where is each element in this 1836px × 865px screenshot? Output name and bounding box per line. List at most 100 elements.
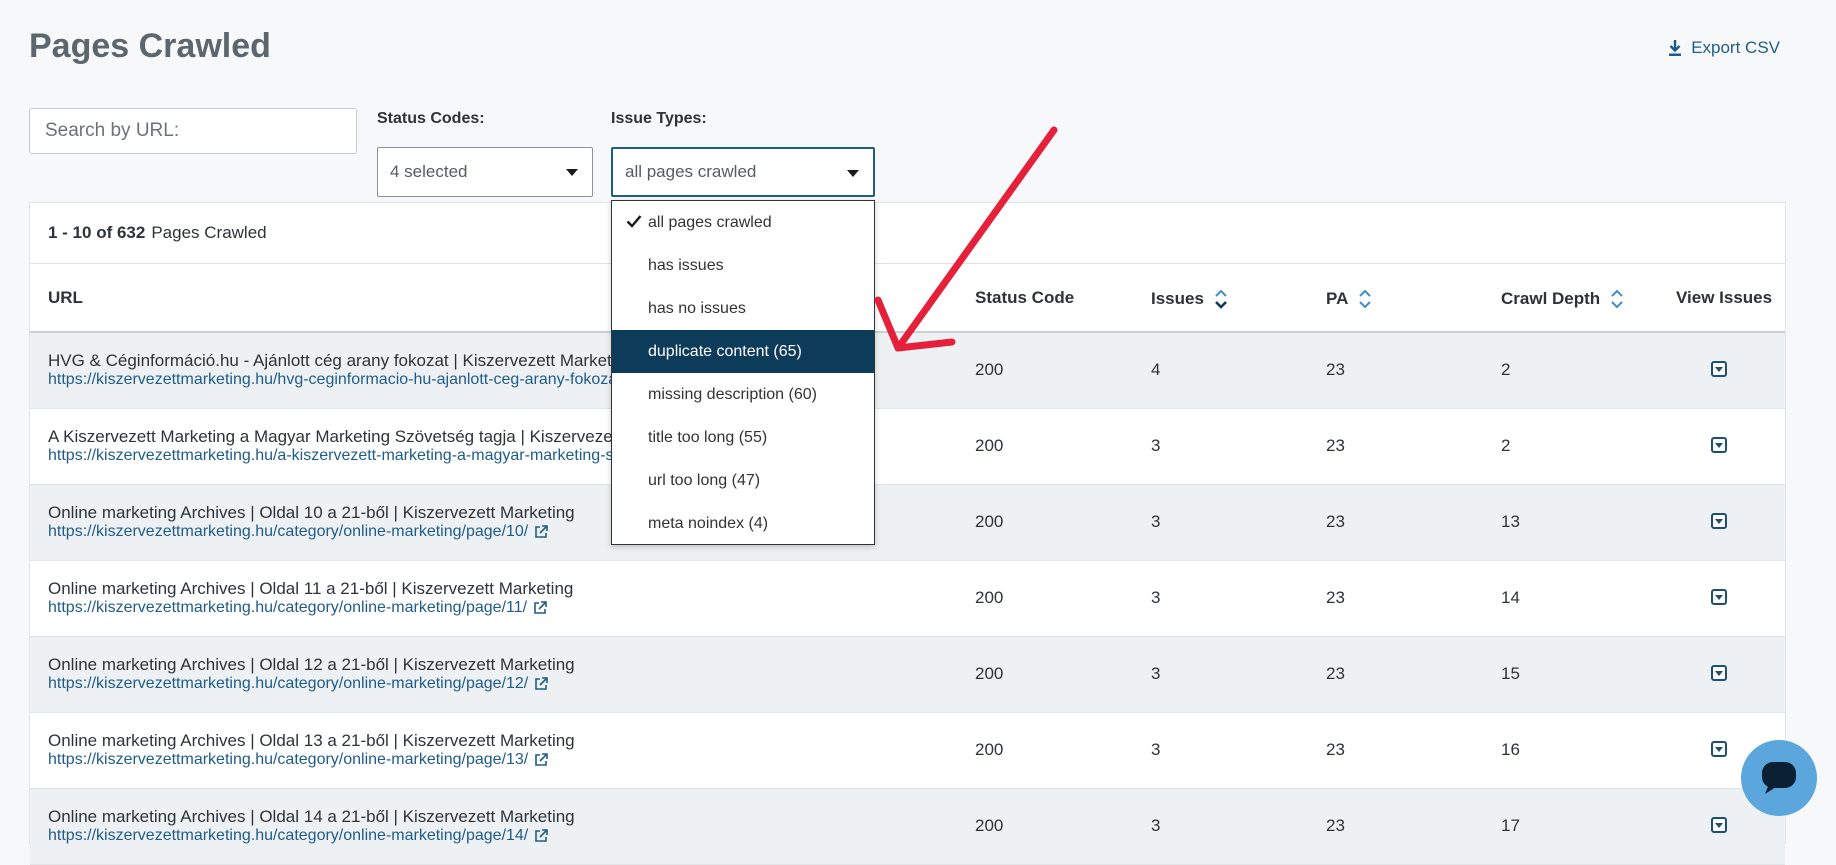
column-crawl-depth[interactable]: Crawl Depth (1501, 288, 1624, 310)
pa-cell: 23 (1326, 664, 1345, 683)
view-issues-button[interactable] (1711, 741, 1727, 757)
table-row: Online marketing Archives | Oldal 12 a 2… (30, 637, 1785, 713)
crawl-depth-cell: 15 (1501, 664, 1520, 683)
sort-icon[interactable] (1214, 288, 1228, 310)
view-issues-button[interactable] (1711, 361, 1727, 377)
external-link-icon (535, 525, 549, 538)
pa-cell: 23 (1326, 512, 1345, 531)
pages-crawled-table: 1 - 10 of 632 Pages Crawled URL Status C… (29, 202, 1786, 865)
status-code-cell: 200 (975, 740, 1004, 759)
table-row: A Kiszervezett Marketing a Magyar Market… (30, 409, 1785, 485)
chevron-down-icon (1715, 822, 1723, 828)
external-link-icon (535, 753, 549, 766)
page-title-cell: Online marketing Archives | Oldal 10 a 2… (48, 503, 575, 522)
option-has-issues[interactable]: has issues (612, 244, 874, 287)
pa-cell: 23 (1326, 816, 1345, 835)
pa-cell: 23 (1326, 740, 1345, 759)
table-row: Online marketing Archives | Oldal 11 a 2… (30, 561, 1785, 637)
chevron-down-icon (1715, 594, 1723, 600)
option-missing-description[interactable]: missing description (60) (612, 373, 874, 416)
chevron-down-icon (566, 169, 578, 176)
issue-types-value: all pages crawled (625, 162, 757, 181)
page-url-link[interactable]: https://kiszervezettmarketing.hu/categor… (48, 827, 549, 845)
option-meta-noindex[interactable]: meta noindex (4) (612, 502, 874, 545)
status-code-cell: 200 (975, 512, 1004, 531)
option-duplicate-content[interactable]: duplicate content (65) (612, 330, 874, 373)
page-title-cell: Online marketing Archives | Oldal 12 a 2… (48, 655, 575, 674)
checkmark-icon (626, 215, 642, 228)
page-title-cell: Online marketing Archives | Oldal 13 a 2… (48, 731, 575, 750)
status-code-cell: 200 (975, 664, 1004, 683)
page-title-cell: Online marketing Archives | Oldal 14 a 2… (48, 807, 575, 826)
issues-cell: 3 (1151, 664, 1161, 683)
table-row: Online marketing Archives | Oldal 14 a 2… (30, 789, 1785, 865)
crawl-depth-cell: 13 (1501, 512, 1520, 531)
pa-cell: 23 (1326, 436, 1345, 455)
page-title-cell: Online marketing Archives | Oldal 11 a 2… (48, 579, 574, 598)
crawl-depth-cell: 17 (1501, 816, 1520, 835)
export-csv-label: Export CSV (1691, 38, 1780, 57)
status-codes-label: Status Codes: (377, 110, 485, 127)
option-title-too-long[interactable]: title too long (55) (612, 416, 874, 459)
status-code-cell: 200 (975, 360, 1004, 379)
pa-cell: 23 (1326, 588, 1345, 607)
issue-types-select[interactable]: all pages crawled (611, 147, 875, 197)
column-view-issues: View Issues (1676, 288, 1773, 307)
issue-types-label: Issue Types: (611, 110, 707, 127)
crawl-depth-cell: 2 (1501, 360, 1511, 379)
issues-cell: 3 (1151, 816, 1161, 835)
table-row: Online marketing Archives | Oldal 10 a 2… (30, 485, 1785, 561)
status-code-cell: 200 (975, 816, 1004, 835)
issues-cell: 3 (1151, 588, 1161, 607)
issues-cell: 3 (1151, 512, 1161, 531)
chevron-down-icon (1715, 746, 1723, 752)
sort-icon[interactable] (1358, 288, 1372, 310)
status-code-cell: 200 (975, 588, 1004, 607)
page-url-link[interactable]: https://kiszervezettmarketing.hu/categor… (48, 599, 547, 617)
status-codes-select[interactable]: 4 selected (377, 147, 593, 197)
view-issues-button[interactable] (1711, 513, 1727, 529)
issues-cell: 3 (1151, 740, 1161, 759)
column-url[interactable]: URL (48, 288, 83, 308)
external-link-icon (534, 601, 547, 614)
column-status-code[interactable]: Status Code (975, 288, 1074, 308)
page-title-cell: A Kiszervezett Marketing a Magyar Market… (48, 427, 702, 446)
table-header: URL Status Code Issues PA Crawl Depth Vi… (30, 265, 1785, 333)
column-issues[interactable]: Issues (1151, 288, 1228, 310)
chevron-down-icon (1715, 518, 1723, 524)
crawl-depth-cell: 14 (1501, 588, 1520, 607)
results-range: 1 - 10 of 632 (48, 223, 146, 242)
crawl-depth-cell: 2 (1501, 436, 1511, 455)
option-url-too-long[interactable]: url too long (47) (612, 459, 874, 502)
page-url-link[interactable]: https://kiszervezettmarketing.hu/categor… (48, 523, 549, 541)
page-title-cell: HVG & Céginformáció.hu - Ajánlott cég ar… (48, 351, 635, 370)
table-row: HVG & Céginformáció.hu - Ajánlott cég ar… (30, 333, 1785, 409)
sort-icon[interactable] (1610, 288, 1624, 310)
external-link-icon (535, 677, 549, 690)
page-title: Pages Crawled (29, 27, 271, 65)
view-issues-button[interactable] (1711, 665, 1727, 681)
option-all-pages-crawled[interactable]: all pages crawled (612, 201, 874, 244)
export-csv-button[interactable]: Export CSV (1667, 38, 1780, 58)
view-issues-button[interactable] (1711, 817, 1727, 833)
chat-button[interactable] (1741, 740, 1817, 816)
pa-cell: 23 (1326, 360, 1345, 379)
search-url-input[interactable] (29, 108, 357, 154)
page-url-link[interactable]: https://kiszervezettmarketing.hu/hvg-ceg… (48, 371, 626, 389)
issues-cell: 4 (1151, 360, 1161, 379)
results-count: 1 - 10 of 632 Pages Crawled (30, 203, 1785, 264)
issue-types-dropdown-menu: all pages crawled has issues has no issu… (611, 200, 875, 545)
status-codes-value: 4 selected (390, 162, 468, 181)
page-url-link[interactable]: https://kiszervezettmarketing.hu/categor… (48, 751, 549, 769)
chat-icon (1762, 762, 1796, 794)
chevron-down-icon (1715, 366, 1723, 372)
table-row: Online marketing Archives | Oldal 13 a 2… (30, 713, 1785, 789)
external-link-icon (535, 829, 549, 842)
view-issues-button[interactable] (1711, 437, 1727, 453)
page-url-link[interactable]: https://kiszervezettmarketing.hu/categor… (48, 675, 549, 693)
option-has-no-issues[interactable]: has no issues (612, 287, 874, 330)
view-issues-button[interactable] (1711, 589, 1727, 605)
chevron-down-icon (847, 170, 859, 177)
column-pa[interactable]: PA (1326, 288, 1372, 310)
crawl-depth-cell: 16 (1501, 740, 1520, 759)
